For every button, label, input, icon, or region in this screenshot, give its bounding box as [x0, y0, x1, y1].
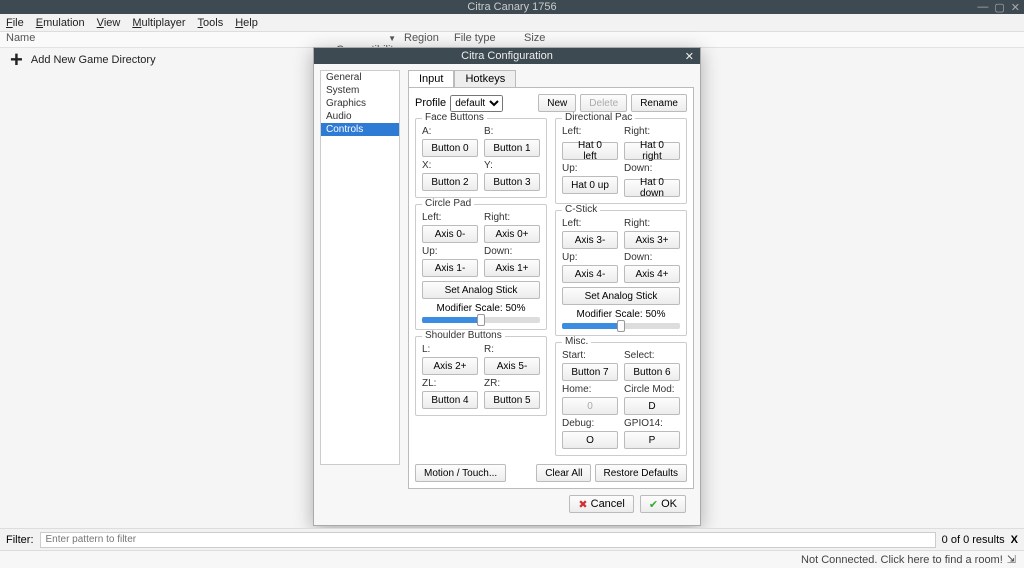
circle-scale-label: Modifier Scale: 50%: [422, 303, 540, 314]
dialog-titlebar[interactable]: Citra Configuration ✕: [314, 48, 700, 64]
map-gpio14[interactable]: P: [624, 431, 680, 449]
group-misc: Misc. Start:Button 7 Select:Button 6 Hom…: [555, 342, 687, 456]
menu-multiplayer[interactable]: Multiplayer: [132, 17, 185, 29]
map-l[interactable]: Axis 2+: [422, 357, 478, 375]
profile-select[interactable]: default: [450, 95, 503, 112]
group-shoulder: Shoulder Buttons L:Axis 2+ R:Axis 5- ZL:…: [415, 336, 547, 416]
close-icon[interactable]: ✕: [1011, 1, 1020, 14]
window-title: Citra Canary 1756: [467, 1, 556, 13]
restore-defaults-button[interactable]: Restore Defaults: [595, 464, 687, 482]
cancel-icon: ✖: [578, 498, 587, 511]
tab-hotkeys[interactable]: Hotkeys: [454, 70, 516, 87]
map-circle-up[interactable]: Axis 1-: [422, 259, 478, 277]
delete-button: Delete: [580, 94, 627, 112]
map-circle-right[interactable]: Axis 0+: [484, 225, 540, 243]
col-compat[interactable]: ▼ Compatibility: [336, 32, 396, 47]
map-start[interactable]: Button 7: [562, 363, 618, 381]
add-dir-label: Add New Game Directory: [31, 54, 156, 66]
filter-input[interactable]: [40, 532, 936, 548]
group-face-buttons: Face Buttons A:Button 0 B:Button 1 X:But…: [415, 118, 547, 198]
cancel-button[interactable]: ✖Cancel: [569, 495, 633, 513]
filter-close-icon[interactable]: X: [1011, 534, 1018, 546]
filter-label: Filter:: [6, 534, 34, 546]
filter-bar: Filter: 0 of 0 results X: [0, 528, 1024, 550]
status-bar[interactable]: Not Connected. Click here to find a room…: [0, 550, 1024, 568]
dialog-close-icon[interactable]: ✕: [685, 50, 694, 63]
map-b[interactable]: Button 1: [484, 139, 540, 157]
map-cstick-up[interactable]: Axis 4-: [562, 265, 618, 283]
menu-view[interactable]: View: [97, 17, 121, 29]
cstick-analog[interactable]: Set Analog Stick: [562, 287, 680, 305]
menu-emulation[interactable]: Emulation: [36, 17, 85, 29]
circle-scale-slider[interactable]: [422, 317, 540, 323]
menubar: File Emulation View Multiplayer Tools He…: [0, 14, 1024, 32]
map-circle-mod[interactable]: D: [624, 397, 680, 415]
tab-input[interactable]: Input: [408, 70, 454, 87]
col-name[interactable]: Name: [6, 32, 336, 47]
group-cstick: C-Stick Left:Axis 3- Right:Axis 3+ Up:Ax…: [555, 210, 687, 336]
map-x[interactable]: Button 2: [422, 173, 478, 191]
group-circle-pad: Circle Pad Left:Axis 0- Right:Axis 0+ Up…: [415, 204, 547, 330]
cat-audio[interactable]: Audio: [321, 110, 399, 123]
new-button[interactable]: New: [538, 94, 576, 112]
cat-general[interactable]: General: [321, 71, 399, 84]
col-filetype[interactable]: File type: [446, 32, 516, 47]
status-text[interactable]: Not Connected. Click here to find a room…: [801, 554, 1003, 566]
menu-help[interactable]: Help: [235, 17, 258, 29]
map-dpad-left[interactable]: Hat 0 left: [562, 142, 618, 160]
map-circle-down[interactable]: Axis 1+: [484, 259, 540, 277]
clear-all-button[interactable]: Clear All: [536, 464, 591, 482]
cat-graphics[interactable]: Graphics: [321, 97, 399, 110]
map-select[interactable]: Button 6: [624, 363, 680, 381]
rename-button[interactable]: Rename: [631, 94, 687, 112]
category-list[interactable]: General System Graphics Audio Controls: [320, 70, 400, 465]
col-region[interactable]: Region: [396, 32, 446, 47]
maximize-icon[interactable]: ▢: [994, 1, 1004, 14]
motion-touch-button[interactable]: Motion / Touch...: [415, 464, 506, 482]
plus-icon: +: [10, 54, 23, 66]
map-dpad-right[interactable]: Hat 0 right: [624, 142, 680, 160]
filter-results: 0 of 0 results: [942, 534, 1005, 546]
map-a[interactable]: Button 0: [422, 139, 478, 157]
minimize-icon[interactable]: —: [977, 1, 988, 14]
main-titlebar: Citra Canary 1756 — ▢ ✕: [0, 0, 1024, 14]
cstick-scale-label: Modifier Scale: 50%: [562, 309, 680, 320]
group-dpad: Directional Pac Left:Hat 0 left Right:Ha…: [555, 118, 687, 204]
cat-system[interactable]: System: [321, 84, 399, 97]
map-cstick-right[interactable]: Axis 3+: [624, 231, 680, 249]
map-home[interactable]: 0: [562, 397, 618, 415]
map-cstick-down[interactable]: Axis 4+: [624, 265, 680, 283]
window-controls[interactable]: — ▢ ✕: [977, 1, 1020, 14]
column-header: Name ▼ Compatibility Region File type Si…: [0, 32, 1024, 48]
ok-button[interactable]: ✔OK: [640, 495, 686, 513]
map-dpad-up[interactable]: Hat 0 up: [562, 176, 618, 194]
menu-file[interactable]: File: [6, 17, 24, 29]
map-zr[interactable]: Button 5: [484, 391, 540, 409]
col-size[interactable]: Size: [516, 32, 576, 47]
map-dpad-down[interactable]: Hat 0 down: [624, 179, 680, 197]
map-y[interactable]: Button 3: [484, 173, 540, 191]
config-dialog: Citra Configuration ✕ General System Gra…: [313, 47, 701, 526]
ok-icon: ✔: [649, 498, 658, 511]
map-debug[interactable]: O: [562, 431, 618, 449]
map-circle-left[interactable]: Axis 0-: [422, 225, 478, 243]
circle-analog[interactable]: Set Analog Stick: [422, 281, 540, 299]
menu-tools[interactable]: Tools: [198, 17, 224, 29]
network-icon: ⇲: [1007, 553, 1016, 566]
cstick-scale-slider[interactable]: [562, 323, 680, 329]
profile-label: Profile: [415, 97, 446, 109]
map-cstick-left[interactable]: Axis 3-: [562, 231, 618, 249]
map-zl[interactable]: Button 4: [422, 391, 478, 409]
dialog-title: Citra Configuration: [461, 50, 553, 62]
map-r[interactable]: Axis 5-: [484, 357, 540, 375]
cat-controls[interactable]: Controls: [321, 123, 399, 136]
